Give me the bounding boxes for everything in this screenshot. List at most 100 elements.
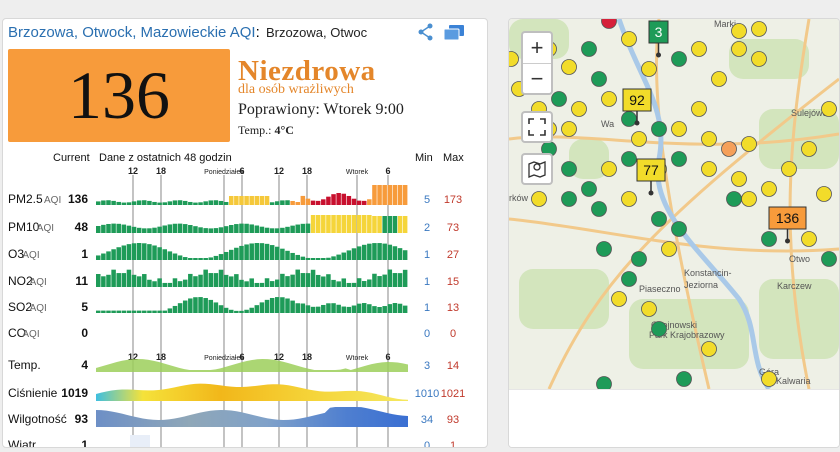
history-bar	[136, 200, 142, 205]
station-dot[interactable]	[741, 191, 757, 207]
history-bar	[177, 223, 183, 233]
zoom-control: + −	[521, 31, 553, 95]
station-dot[interactable]	[781, 161, 797, 177]
station-dot[interactable]	[701, 341, 717, 357]
station-dot[interactable]	[671, 51, 687, 67]
zoom-in-button[interactable]: +	[523, 33, 551, 64]
history-bar	[264, 196, 270, 205]
history-bar	[387, 216, 393, 233]
station-dot[interactable]	[596, 241, 612, 257]
station-dot[interactable]	[816, 186, 832, 202]
station-dot[interactable]	[631, 131, 647, 147]
history-bar	[285, 200, 290, 205]
cards-icon[interactable]	[443, 24, 465, 42]
updated-time: Poprawiony: Wtorek 9:00	[238, 101, 404, 118]
station-dot[interactable]	[621, 151, 637, 167]
history-bar	[167, 308, 173, 313]
station-dot[interactable]	[621, 191, 637, 207]
history-bar	[228, 309, 234, 313]
station-dot[interactable]	[651, 211, 667, 227]
station-dot[interactable]	[761, 371, 777, 387]
station-dot[interactable]	[561, 161, 577, 177]
history-bar	[218, 269, 224, 287]
station-dot[interactable]	[641, 61, 657, 77]
station-dot[interactable]	[611, 291, 627, 307]
station-dot[interactable]	[821, 251, 837, 267]
station-dot[interactable]	[631, 251, 647, 267]
history-bar	[326, 196, 331, 205]
map[interactable]: Marki Sulejówek Wa rków Otwo Konstancin- Jezio…	[509, 19, 839, 389]
station-dot[interactable]	[741, 136, 757, 152]
station-dot[interactable]	[751, 21, 767, 37]
station-dot[interactable]	[691, 41, 707, 57]
history-bar	[106, 223, 111, 233]
station-dot[interactable]	[671, 121, 687, 137]
history-bar	[203, 258, 208, 260]
station-dot[interactable]	[731, 23, 747, 39]
station-dot[interactable]	[651, 121, 667, 137]
history-bar	[361, 303, 367, 313]
station-dot[interactable]	[671, 221, 687, 237]
station-dot[interactable]	[581, 181, 597, 197]
history-bar	[121, 310, 127, 313]
history-bar	[397, 303, 403, 313]
history-bar	[198, 227, 203, 233]
history-bar	[162, 282, 168, 287]
station-dot[interactable]	[591, 71, 607, 87]
station-dot[interactable]	[561, 121, 577, 137]
history-bar	[101, 224, 106, 233]
station-dot[interactable]	[676, 371, 692, 387]
station-dot[interactable]	[751, 51, 767, 67]
station-dot[interactable]	[731, 171, 747, 187]
station-location-link[interactable]: Brzozowa, Otwock, Mazowieckie	[8, 24, 226, 41]
history-bar	[116, 247, 121, 260]
station-dot[interactable]	[571, 101, 587, 117]
station-dot[interactable]	[601, 91, 617, 107]
row-unit: AQI	[22, 329, 39, 340]
station-dot[interactable]	[561, 191, 577, 207]
station-dot[interactable]	[581, 41, 597, 57]
station-dot[interactable]	[531, 191, 547, 207]
history-row: PM10AQI 48 2 73	[8, 215, 459, 234]
station-dot[interactable]	[701, 131, 717, 147]
station-dot[interactable]	[711, 71, 727, 87]
fullscreen-button[interactable]	[521, 111, 553, 143]
history-bar	[213, 255, 219, 260]
station-dot[interactable]	[551, 91, 567, 107]
zoom-out-button[interactable]: −	[523, 64, 551, 94]
station-dot[interactable]	[591, 201, 607, 217]
station-dot[interactable]	[596, 376, 612, 390]
station-dot[interactable]	[621, 111, 637, 127]
share-icon[interactable]	[417, 23, 435, 41]
station-dot[interactable]	[671, 151, 687, 167]
history-bar	[254, 225, 260, 233]
station-dot[interactable]	[651, 321, 667, 337]
history-bar	[259, 243, 265, 260]
station-dot[interactable]	[641, 301, 657, 317]
map-canvas[interactable]: MarkiSulejówekWarkówOtwoKonstancin-Jezio…	[509, 19, 839, 389]
station-dot[interactable]	[761, 231, 777, 247]
history-bar	[96, 274, 101, 287]
map-park	[759, 279, 839, 359]
station-dot[interactable]	[601, 161, 617, 177]
history-bar	[223, 251, 229, 260]
station-dot[interactable]	[561, 59, 577, 75]
history-bar	[111, 249, 116, 260]
station-dot[interactable]	[761, 181, 777, 197]
station-dot[interactable]	[801, 231, 817, 247]
station-dot[interactable]	[731, 41, 747, 57]
station-dot[interactable]	[701, 161, 717, 177]
time-tick-label: Poniedziałek	[204, 169, 244, 176]
map-layers-button[interactable]	[521, 153, 553, 185]
station-dot[interactable]	[726, 191, 742, 207]
history-bar	[223, 307, 229, 313]
history-bar	[244, 281, 249, 287]
station-dot[interactable]	[691, 101, 707, 117]
station-dot[interactable]	[621, 271, 637, 287]
station-dot[interactable]	[621, 31, 637, 47]
station-dot[interactable]	[661, 241, 677, 257]
history-bar	[239, 223, 244, 233]
station-dot[interactable]	[801, 141, 817, 157]
station-dot[interactable]	[821, 101, 837, 117]
station-dot[interactable]	[721, 141, 737, 157]
